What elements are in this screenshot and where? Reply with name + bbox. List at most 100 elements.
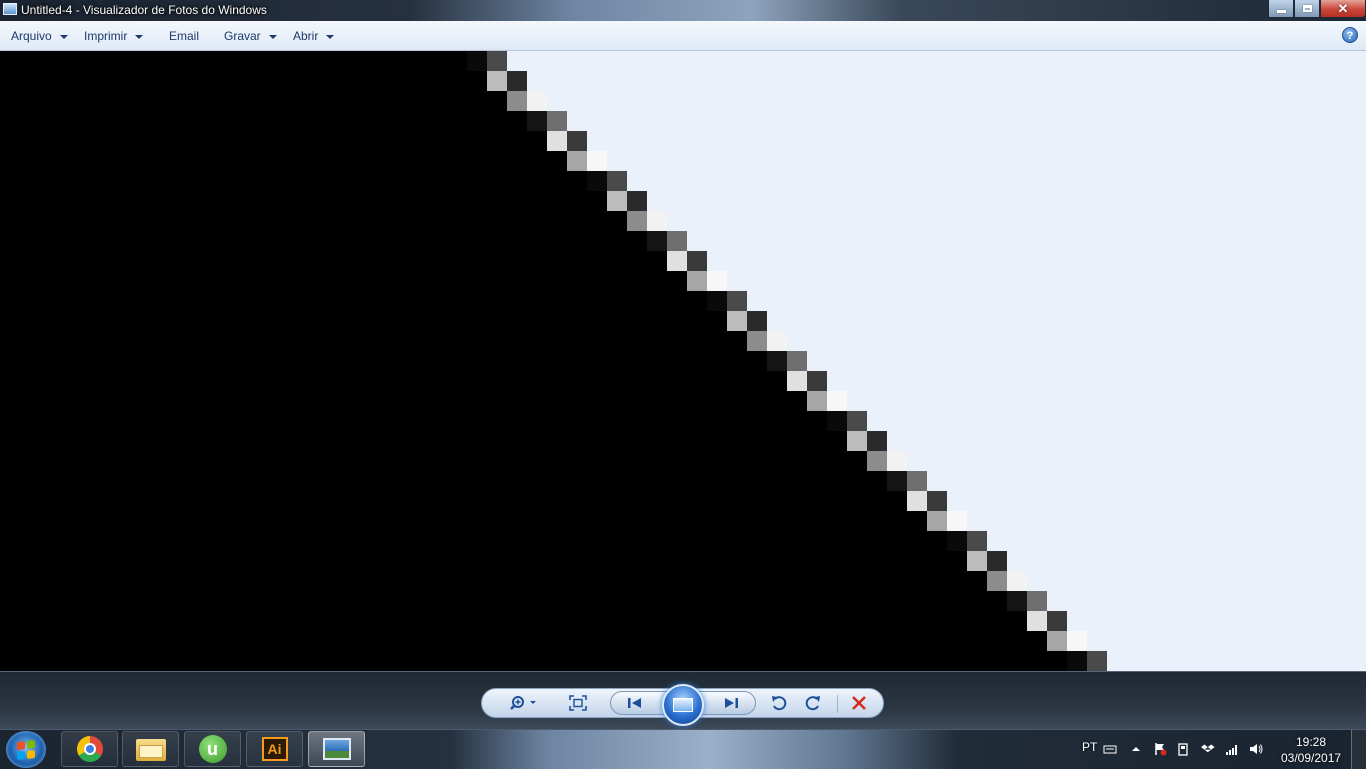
window-title: Untitled-4 - Visualizador de Fotos do Wi… (21, 3, 267, 17)
network-signal-icon[interactable] (1225, 742, 1239, 756)
rotate-counterclockwise-button[interactable] (766, 689, 792, 717)
taskbar: u Ai PT 19:28 03/09/2017 (0, 729, 1366, 769)
fit-to-window-icon (569, 695, 587, 711)
image-edge-pixel (647, 231, 667, 251)
image-dark-row (0, 191, 607, 211)
clock-date[interactable]: 03/09/2017 (1281, 751, 1341, 765)
image-edge-pixel (567, 151, 587, 171)
image-edge-pixel (1007, 571, 1027, 591)
command-bar: Arquivo Imprimir Email Gravar Abrir ? (0, 21, 1366, 51)
image-edge-pixel (787, 371, 807, 391)
menu-imprimir[interactable]: Imprimir (84, 29, 144, 43)
image-dark-row (0, 291, 707, 311)
clock-time[interactable]: 19:28 (1296, 735, 1326, 749)
restore-button[interactable] (1294, 0, 1320, 18)
image-edge-pixel (1027, 591, 1047, 611)
image-edge-pixel (967, 551, 987, 571)
previous-icon (628, 698, 641, 708)
menu-email[interactable]: Email (169, 29, 199, 43)
slideshow-icon (673, 698, 693, 712)
language-indicator[interactable]: PT (1082, 740, 1097, 754)
image-dark-row (0, 651, 1067, 671)
image-edge-pixel (527, 111, 547, 131)
chevron-down-icon (326, 34, 335, 39)
image-dark-row (0, 51, 467, 71)
previous-button[interactable] (621, 692, 649, 714)
close-button[interactable]: ✕ (1320, 0, 1366, 18)
window-controls: ✕ (1268, 0, 1366, 18)
rotate-clockwise-button[interactable] (800, 689, 826, 717)
delete-button[interactable] (846, 689, 872, 717)
usb-device-icon[interactable] (1176, 742, 1190, 756)
dropbox-icon[interactable] (1201, 742, 1215, 756)
taskbar-illustrator[interactable]: Ai (246, 731, 303, 767)
image-dark-row (0, 591, 1007, 611)
menu-arquivo-label: Arquivo (11, 29, 52, 43)
minimize-button[interactable] (1268, 0, 1294, 18)
actual-size-button[interactable] (566, 689, 590, 717)
photo-viewer-icon (322, 738, 351, 760)
image-dark-row (0, 91, 507, 111)
image-dark-row (0, 231, 647, 251)
next-button[interactable] (717, 692, 745, 714)
image-dark-row (0, 251, 667, 271)
slideshow-button[interactable] (662, 684, 704, 726)
keyboard-icon[interactable] (1103, 742, 1117, 756)
image-edge-pixel (1067, 631, 1087, 651)
rotate-clockwise-icon (805, 696, 820, 711)
title-bar[interactable]: Untitled-4 - Visualizador de Fotos do Wi… (0, 0, 1366, 21)
show-desktop-button[interactable] (1351, 730, 1366, 769)
image-edge-pixel (747, 331, 767, 351)
help-button[interactable]: ? (1342, 27, 1358, 43)
image-edge-pixel (827, 391, 847, 411)
menu-gravar[interactable]: Gravar (224, 29, 277, 43)
image-edge-pixel (867, 431, 887, 451)
image-dark-row (0, 351, 767, 371)
start-button[interactable] (6, 731, 46, 768)
chevron-down-icon (59, 34, 68, 39)
image-edge-pixel (687, 271, 707, 291)
image-edge-pixel (867, 451, 887, 471)
zoom-icon (510, 696, 536, 710)
image-edge-pixel (787, 351, 807, 371)
rotate-counterclockwise-icon (772, 696, 787, 711)
image-dark-row (0, 491, 907, 511)
image-edge-pixel (1047, 631, 1067, 651)
image-dark-row (0, 171, 587, 191)
image-dark-row (0, 71, 487, 91)
image-edge-pixel (607, 171, 627, 191)
menu-imprimir-label: Imprimir (84, 29, 128, 43)
menu-email-label: Email (169, 29, 200, 43)
menu-arquivo[interactable]: Arquivo (11, 29, 68, 43)
image-dark-row (0, 371, 787, 391)
image-dark-row (0, 611, 1027, 631)
utorrent-icon: u (198, 735, 227, 763)
taskbar-utorrent[interactable]: u (184, 731, 241, 767)
image-dark-row (0, 311, 727, 331)
volume-icon[interactable] (1249, 742, 1263, 756)
image-edge-pixel (767, 331, 787, 351)
image-dark-row (0, 131, 547, 151)
image-edge-pixel (1067, 651, 1087, 671)
taskbar-explorer[interactable] (122, 731, 179, 767)
menu-abrir[interactable]: Abrir (293, 29, 335, 43)
show-hidden-icons-icon[interactable] (1129, 742, 1143, 756)
image-dark-row (0, 391, 807, 411)
image-edge-pixel (767, 351, 787, 371)
taskbar-photo-viewer[interactable] (308, 731, 365, 767)
image-edge-pixel (547, 111, 567, 131)
image-dark-row (0, 111, 527, 131)
image-edge-pixel (727, 311, 747, 331)
image-edge-pixel (987, 571, 1007, 591)
image-dark-row (0, 411, 827, 431)
action-center-flag-icon[interactable] (1153, 742, 1167, 756)
zoom-button[interactable] (506, 689, 542, 717)
image-viewport[interactable] (0, 51, 1366, 671)
image-edge-pixel (507, 91, 527, 111)
chevron-down-icon (268, 34, 277, 39)
image-edge-pixel (807, 371, 827, 391)
photo-viewer-app-icon[interactable] (3, 3, 17, 15)
restore-icon (1302, 5, 1312, 12)
taskbar-chrome[interactable] (61, 731, 118, 767)
chrome-icon (76, 736, 103, 762)
